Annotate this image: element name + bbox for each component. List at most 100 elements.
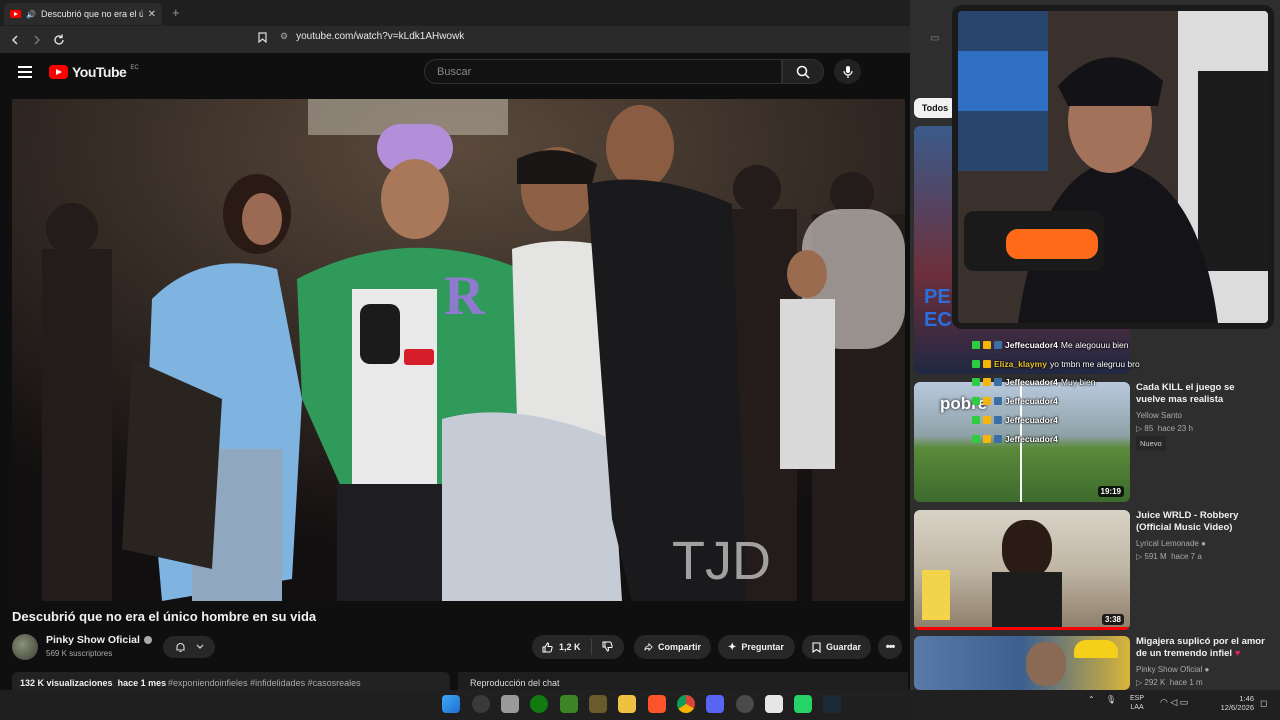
- more-actions-button[interactable]: •••: [878, 635, 902, 659]
- whatsapp-icon[interactable]: [794, 695, 812, 713]
- voice-search-button[interactable]: [834, 59, 861, 84]
- recommendation-thumbnail-3[interactable]: [914, 636, 1130, 690]
- save-label: Guardar: [825, 642, 861, 652]
- view-stats: 132 K visualizaciones hace 1 mes: [20, 678, 166, 688]
- channel-avatar[interactable]: [12, 634, 38, 660]
- webcam-overlay: [952, 5, 1274, 329]
- address-bar[interactable]: ⚙ youtube.com/watch?v=kLdk1AHwowk: [280, 31, 464, 42]
- recommendation-channel-2[interactable]: Lyrical Lemonade ●: [1136, 537, 1266, 550]
- badge-icon: [972, 397, 980, 405]
- chat-replay-label: Reproducción del chat: [470, 678, 560, 688]
- notifications-button[interactable]: [163, 636, 215, 658]
- badge-icon: [983, 397, 991, 405]
- save-button[interactable]: Guardar: [802, 635, 871, 659]
- store-icon[interactable]: [501, 695, 519, 713]
- video-frame: R TJD: [12, 99, 905, 601]
- cast-icon[interactable]: ▭: [930, 33, 939, 44]
- recommendation-title-2[interactable]: Juice WRLD - Robbery (Official Music Vid…: [1136, 510, 1266, 534]
- search-taskbar-icon[interactable]: [472, 695, 490, 713]
- new-tab-button[interactable]: +: [172, 5, 180, 20]
- chrome-icon[interactable]: [677, 695, 695, 713]
- search-input[interactable]: Buscar: [424, 59, 782, 84]
- verified-icon: ●: [1204, 665, 1210, 674]
- menu-icon[interactable]: [18, 66, 32, 78]
- new-badge: Nuevo: [1136, 436, 1166, 451]
- forward-icon[interactable]: [26, 29, 48, 51]
- browser-tab[interactable]: 🔊 Descubrió que no era el únic ✕: [4, 3, 162, 25]
- microphone-tray-icon[interactable]: 🎙: [1106, 695, 1116, 704]
- badge-icon: [983, 378, 991, 386]
- recommendation-age-1: hace 23 h: [1157, 424, 1193, 433]
- dislike-button[interactable]: [592, 641, 623, 654]
- recommendation-title-1[interactable]: Cada KILL el juego se vuelve mas realist…: [1136, 382, 1266, 406]
- like-button[interactable]: 1,2 K: [532, 639, 592, 655]
- chip-all[interactable]: Todos: [914, 98, 956, 118]
- start-windows-icon[interactable]: [442, 695, 460, 713]
- channel-name[interactable]: Pinky Show Oficial: [46, 634, 140, 646]
- channel-name-row[interactable]: Pinky Show Oficial: [46, 634, 152, 646]
- share-button[interactable]: Compartir: [634, 635, 711, 659]
- obs-icon[interactable]: [736, 695, 754, 713]
- duration-badge: 3:38: [1101, 614, 1124, 625]
- recommendation-views-2: 591 M: [1144, 552, 1167, 561]
- bookmark-icon[interactable]: [258, 32, 267, 46]
- file-explorer-icon[interactable]: [618, 695, 636, 713]
- thumbnail-face: [1002, 520, 1052, 578]
- steam-icon[interactable]: [823, 695, 841, 713]
- chevron-up-icon[interactable]: ⌃: [1088, 695, 1095, 704]
- chat-username: Eliza_klaymy: [994, 359, 1047, 369]
- minecraft-icon[interactable]: [560, 695, 578, 713]
- site-info-icon[interactable]: ⚙: [280, 31, 288, 41]
- thumbs-up-icon: [542, 641, 553, 652]
- clock[interactable]: 1:46 12/6/2026: [1212, 694, 1254, 712]
- capcut-icon[interactable]: [765, 695, 783, 713]
- notification-bell-icon[interactable]: ◻: [1260, 698, 1267, 709]
- chat-message-1: Eliza_klaymy yo tmbn me alegruu bro: [972, 359, 1140, 369]
- more-icon: •••: [885, 641, 896, 653]
- webcam-frame: [958, 11, 1268, 323]
- search-button[interactable]: [782, 59, 824, 84]
- region-code: EC: [130, 65, 139, 71]
- recommendation-channel-3[interactable]: Pinky Show Oficial ●: [1136, 663, 1266, 676]
- ask-button[interactable]: ✦ Preguntar: [718, 635, 795, 659]
- back-icon[interactable]: [4, 29, 26, 51]
- game-app-icon[interactable]: [589, 695, 607, 713]
- svg-text:TJD: TJD: [672, 531, 771, 591]
- new-badge-row: Nuevo: [1136, 436, 1266, 451]
- hashtags[interactable]: #exponiendoinfieles #infidelidades #caso…: [168, 678, 361, 688]
- recommendation-channel-name-2: Lyrical Lemonade: [1136, 539, 1199, 548]
- youtube-logo[interactable]: YouTube EC: [49, 64, 139, 80]
- discord-icon[interactable]: [706, 695, 724, 713]
- recommendation-stats-2: ▷ 591 M hace 7 a: [1136, 550, 1266, 563]
- tab-close-icon[interactable]: ✕: [148, 9, 156, 20]
- microphone-icon: [842, 65, 853, 78]
- recommendation-channel-1[interactable]: Yellow Santo: [1136, 409, 1266, 422]
- recommendation-title-3[interactable]: Migajera suplicó por el amor de un treme…: [1136, 636, 1266, 660]
- chat-username: Jeffecuador4: [1005, 415, 1058, 425]
- save-icon: [812, 641, 821, 653]
- reload-icon[interactable]: [48, 29, 70, 51]
- chat-text: yo tmbn me alegruu bro: [1049, 359, 1140, 369]
- xbox-icon[interactable]: [530, 695, 548, 713]
- badge-icon: [972, 416, 980, 424]
- views-icon: ▷: [1136, 552, 1143, 561]
- clock-date: 12/6/2026: [1220, 703, 1254, 712]
- like-count: 1,2 K: [559, 642, 581, 652]
- badge-icon: [994, 341, 1002, 349]
- svg-text:R: R: [444, 265, 485, 327]
- chevron-down-icon: [196, 644, 203, 649]
- brave-browser-icon[interactable]: [648, 695, 666, 713]
- badge-icon: [994, 416, 1002, 424]
- chat-username: Jeffecuador4: [1005, 340, 1058, 350]
- language-indicator[interactable]: ESP LAA: [1130, 694, 1144, 712]
- network-volume-battery-icons[interactable]: ◠ ◁ ▭: [1160, 697, 1188, 708]
- ask-label: Preguntar: [741, 642, 784, 652]
- badge-icon: [994, 435, 1002, 443]
- badge-icon: [972, 378, 980, 386]
- recommendation-thumbnail-2[interactable]: 3:38: [914, 510, 1130, 630]
- verified-icon: [143, 636, 152, 645]
- system-tray[interactable]: ⌃ 🎙: [1088, 695, 1116, 704]
- video-player[interactable]: R TJD: [12, 99, 905, 601]
- chat-text: Muy bien: [1060, 377, 1096, 387]
- language-code: ESP: [1130, 695, 1145, 702]
